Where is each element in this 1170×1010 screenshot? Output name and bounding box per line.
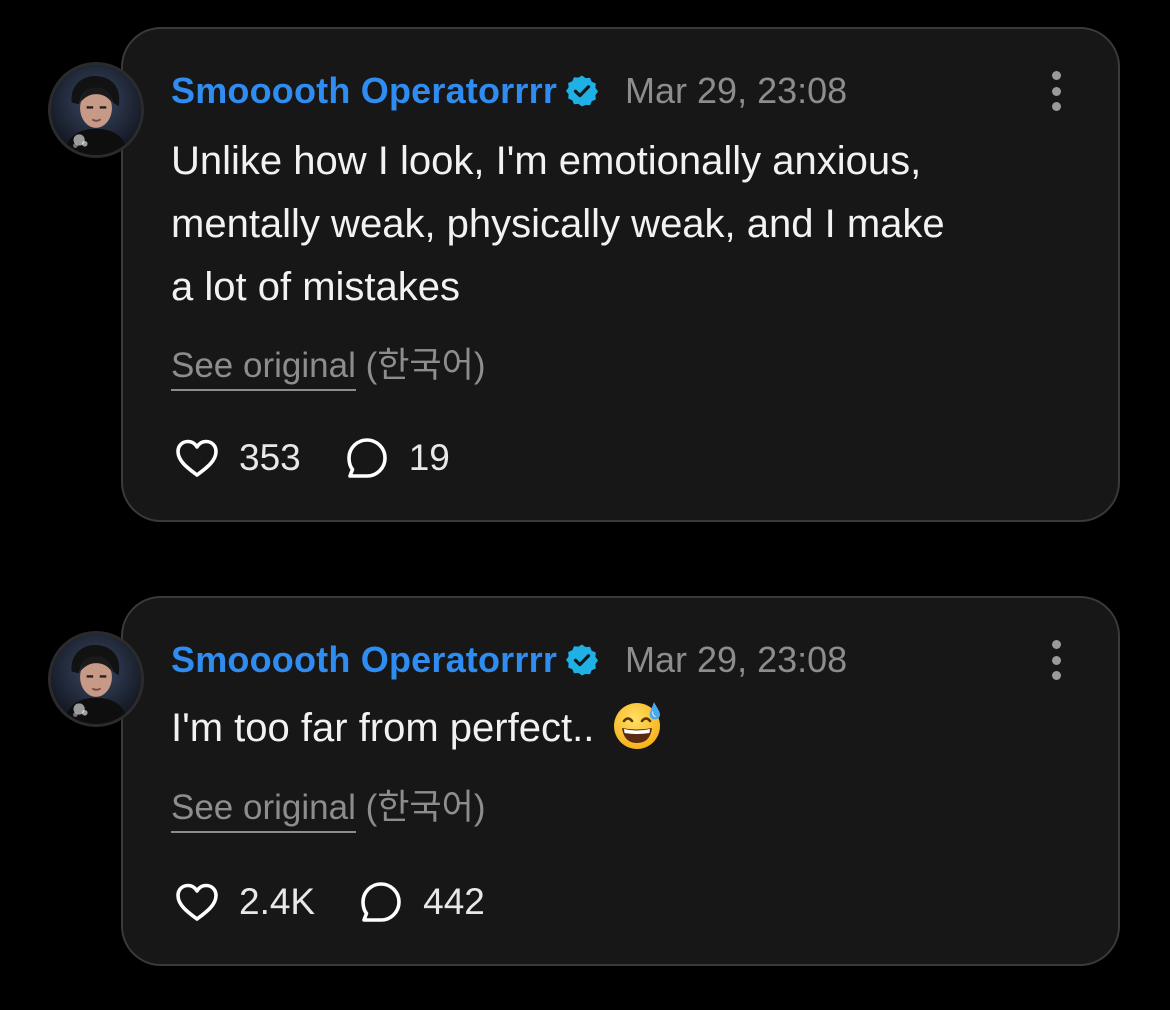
- heart-icon: [176, 883, 218, 921]
- avatar[interactable]: [48, 631, 144, 727]
- original-language-label: (한국어): [365, 788, 486, 827]
- original-language-label: (한국어): [365, 346, 486, 385]
- more-vertical-icon[interactable]: [1048, 640, 1064, 680]
- post-timestamp: Mar 29, 23:08: [625, 639, 848, 680]
- post-text: I'm too far from perfect..: [171, 697, 1078, 760]
- post-timestamp: Mar 29, 23:08: [625, 70, 848, 111]
- post-text-line: Unlike how I look, I'm emotionally anxio…: [171, 139, 922, 183]
- verified-badge-icon: [565, 74, 599, 108]
- reply-button[interactable]: 19: [341, 432, 450, 484]
- post-header: Smooooth Operatorrrr Mar 29, 23:08: [171, 67, 847, 115]
- post-actions: 2.4K 442: [171, 877, 525, 927]
- verified-badge-icon: [565, 643, 599, 677]
- post-text-line: mentally weak, physically weak, and I ma…: [171, 202, 945, 246]
- reply-count: 442: [423, 881, 485, 922]
- author-name[interactable]: Smooooth Operatorrrr: [171, 70, 557, 112]
- translation-row: See original (한국어): [171, 779, 486, 833]
- reply-count: 19: [408, 437, 450, 478]
- see-original-link[interactable]: See original: [171, 788, 356, 833]
- speech-bubble-icon: [361, 882, 401, 922]
- like-button[interactable]: 353: [171, 432, 301, 484]
- page: Smooooth Operatorrrr Mar 29, 23:08 Unlik…: [0, 0, 1170, 1010]
- see-original-link[interactable]: See original: [171, 346, 356, 391]
- post-text-line: a lot of mistakes: [171, 265, 461, 309]
- post-header: Smooooth Operatorrrr Mar 29, 23:08: [171, 636, 847, 684]
- like-count: 2.4K: [239, 881, 316, 922]
- post-card[interactable]: Smooooth Operatorrrr Mar 29, 23:08 I'm t…: [121, 596, 1120, 966]
- grinning-face-with-sweat-emoji: [611, 699, 663, 751]
- reply-button[interactable]: 442: [355, 876, 485, 928]
- avatar[interactable]: [48, 62, 144, 158]
- post-text: Unlike how I look, I'm emotionally anxio…: [171, 130, 1078, 319]
- more-vertical-icon[interactable]: [1048, 71, 1064, 111]
- heart-icon: [176, 439, 218, 477]
- post-actions: 353 19: [171, 433, 490, 483]
- translation-row: See original (한국어): [171, 337, 486, 391]
- post-card[interactable]: Smooooth Operatorrrr Mar 29, 23:08 Unlik…: [121, 27, 1120, 522]
- speech-bubble-icon: [346, 438, 387, 478]
- like-count: 353: [239, 437, 301, 478]
- author-name[interactable]: Smooooth Operatorrrr: [171, 639, 557, 681]
- post-text-line: I'm too far from perfect..: [171, 706, 595, 750]
- like-button[interactable]: 2.4K: [171, 876, 315, 928]
